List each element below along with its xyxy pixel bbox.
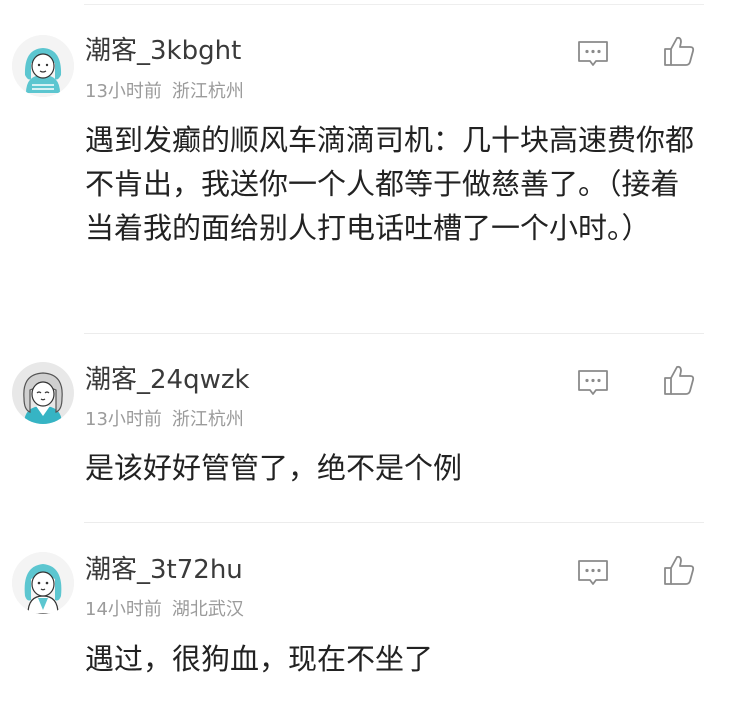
- thumbs-up-icon[interactable]: [661, 33, 697, 69]
- girl-avatar-icon: [12, 552, 74, 614]
- comment-icon[interactable]: [575, 364, 611, 400]
- comment-icon[interactable]: [575, 35, 611, 71]
- thumbs-up-icon[interactable]: [661, 552, 697, 588]
- comment-location: 浙江杭州: [171, 81, 244, 102]
- username[interactable]: 潮客_24qwzk: [85, 365, 250, 395]
- comment-time: 13小时前: [85, 409, 162, 430]
- username[interactable]: 潮客_3kbght: [85, 36, 241, 66]
- avatar[interactable]: [12, 35, 74, 97]
- comment-content: 遇过，很狗血，现在不坐了: [85, 642, 434, 676]
- comment-content: 是该好好管管了，绝不是个例: [85, 451, 463, 485]
- comment-icon[interactable]: [575, 554, 611, 590]
- comment-meta: 13小时前 浙江杭州: [85, 81, 244, 103]
- comment-location: 浙江杭州: [171, 409, 244, 430]
- top-divider: [84, 4, 704, 5]
- girl-avatar-icon: [12, 362, 74, 424]
- comment-time: 14小时前: [85, 599, 162, 620]
- divider: [84, 522, 704, 523]
- comment-meta: 13小时前 浙江杭州: [85, 409, 244, 431]
- comment-time: 13小时前: [85, 81, 162, 102]
- avatar[interactable]: [12, 362, 74, 424]
- thumbs-up-icon[interactable]: [661, 362, 697, 398]
- username[interactable]: 潮客_3t72hu: [85, 555, 243, 585]
- avatar[interactable]: [12, 552, 74, 614]
- comment-location: 湖北武汉: [171, 599, 244, 620]
- divider: [84, 333, 704, 334]
- comment-content: 遇到发癫的顺风车滴滴司机：几十块高速费你都不肯出，我送你一个人都等于做慈善了。（…: [85, 123, 695, 245]
- comment-meta: 14小时前 湖北武汉: [85, 599, 244, 621]
- girl-avatar-icon: [12, 35, 74, 97]
